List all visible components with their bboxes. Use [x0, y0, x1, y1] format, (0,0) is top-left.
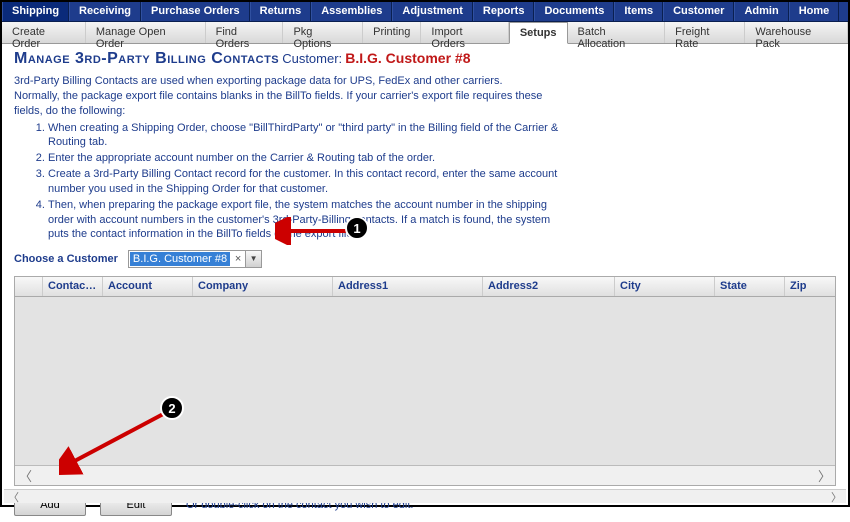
page-title: Manage 3rd-Party Billing Contacts: [14, 50, 279, 67]
subnav-freight-rate[interactable]: Freight Rate: [665, 22, 745, 43]
subnav-manage-open-order[interactable]: Manage Open Order: [86, 22, 206, 43]
subnav-create-order[interactable]: Create Order: [2, 22, 86, 43]
page-scroll-left-icon[interactable]: 〈: [8, 489, 19, 505]
col-checkbox[interactable]: [15, 277, 43, 296]
col-address1[interactable]: Address1: [333, 277, 483, 296]
subnav-printing[interactable]: Printing: [363, 22, 421, 43]
page-scrollbar[interactable]: 〈 〉: [4, 489, 846, 503]
nav-home[interactable]: Home: [789, 2, 840, 21]
nav-secondary: Create Order Manage Open Order Find Orde…: [2, 22, 848, 44]
subnav-pkg-options[interactable]: Pkg Options: [283, 22, 363, 43]
help-intro-1: 3rd-Party Billing Contacts are used when…: [14, 74, 574, 89]
annotation-2: 2: [160, 396, 184, 420]
page-scroll-right-icon[interactable]: 〉: [831, 489, 842, 505]
nav-receiving[interactable]: Receiving: [69, 2, 141, 21]
help-intro-2: Normally, the package export file contai…: [14, 89, 574, 119]
nav-reports[interactable]: Reports: [473, 2, 535, 21]
subnav-setups[interactable]: Setups: [509, 22, 568, 44]
chooser-label: Choose a Customer: [14, 253, 118, 265]
help-step-3: Create a 3rd-Party Billing Contact recor…: [48, 167, 574, 197]
grid-scrollbar[interactable]: 〈 〉: [15, 465, 835, 485]
subnav-warehouse-pack[interactable]: Warehouse Pack: [745, 22, 848, 43]
scroll-left-icon[interactable]: 〈: [19, 466, 32, 485]
chevron-down-icon[interactable]: ▼: [245, 251, 261, 267]
help-step-2: Enter the appropriate account number on …: [48, 151, 574, 166]
subnav-batch-allocation[interactable]: Batch Allocation: [568, 22, 666, 43]
nav-adjustment[interactable]: Adjustment: [392, 2, 473, 21]
col-zip[interactable]: Zip: [785, 277, 825, 296]
annotation-1: 1: [345, 216, 369, 240]
nav-returns[interactable]: Returns: [250, 2, 312, 21]
col-contact[interactable]: Contact...: [43, 277, 103, 296]
customer-combobox-clear[interactable]: ×: [231, 253, 245, 265]
grid-header: Contact... Account Company Address1 Addr…: [15, 277, 835, 297]
help-text: 3rd-Party Billing Contacts are used when…: [14, 74, 574, 242]
nav-items[interactable]: Items: [614, 2, 663, 21]
customer-combobox-value: B.I.G. Customer #8: [130, 252, 230, 266]
col-account[interactable]: Account: [103, 277, 193, 296]
nav-shipping[interactable]: Shipping: [2, 2, 69, 21]
customer-name: B.I.G. Customer #8: [345, 50, 470, 66]
nav-assemblies[interactable]: Assemblies: [311, 2, 392, 21]
col-address2[interactable]: Address2: [483, 277, 615, 296]
customer-combobox[interactable]: B.I.G. Customer #8 × ▼: [128, 250, 262, 268]
subnav-import-orders[interactable]: Import Orders: [421, 22, 508, 43]
scroll-right-icon[interactable]: 〉: [818, 466, 831, 485]
nav-primary: Shipping Receiving Purchase Orders Retur…: [2, 2, 848, 22]
col-city[interactable]: City: [615, 277, 715, 296]
subnav-find-orders[interactable]: Find Orders: [206, 22, 284, 43]
nav-documents[interactable]: Documents: [534, 2, 614, 21]
nav-customer[interactable]: Customer: [663, 2, 734, 21]
col-company[interactable]: Company: [193, 277, 333, 296]
contacts-grid: Contact... Account Company Address1 Addr…: [14, 276, 836, 486]
help-step-1: When creating a Shipping Order, choose "…: [48, 121, 574, 151]
grid-body[interactable]: [15, 297, 835, 465]
nav-purchase-orders[interactable]: Purchase Orders: [141, 2, 250, 21]
help-step-4: Then, when preparing the package export …: [48, 198, 574, 243]
nav-admin[interactable]: Admin: [734, 2, 788, 21]
customer-label: Customer:: [282, 51, 342, 66]
col-state[interactable]: State: [715, 277, 785, 296]
